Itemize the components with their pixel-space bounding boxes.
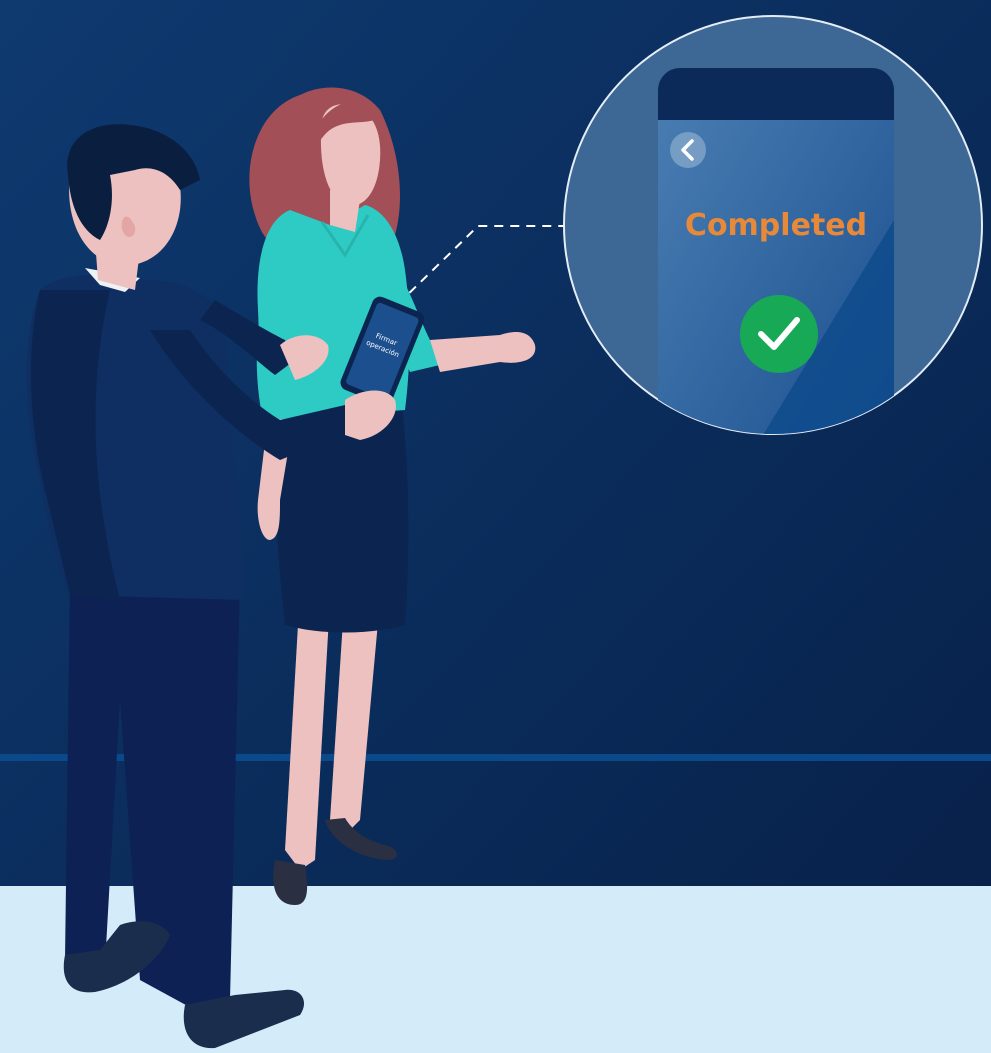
check-circle-icon [740,295,818,373]
illustration-scene: Firmar operación Completed [0,0,991,1053]
back-button[interactable] [670,132,706,168]
status-label: Completed [685,208,867,243]
